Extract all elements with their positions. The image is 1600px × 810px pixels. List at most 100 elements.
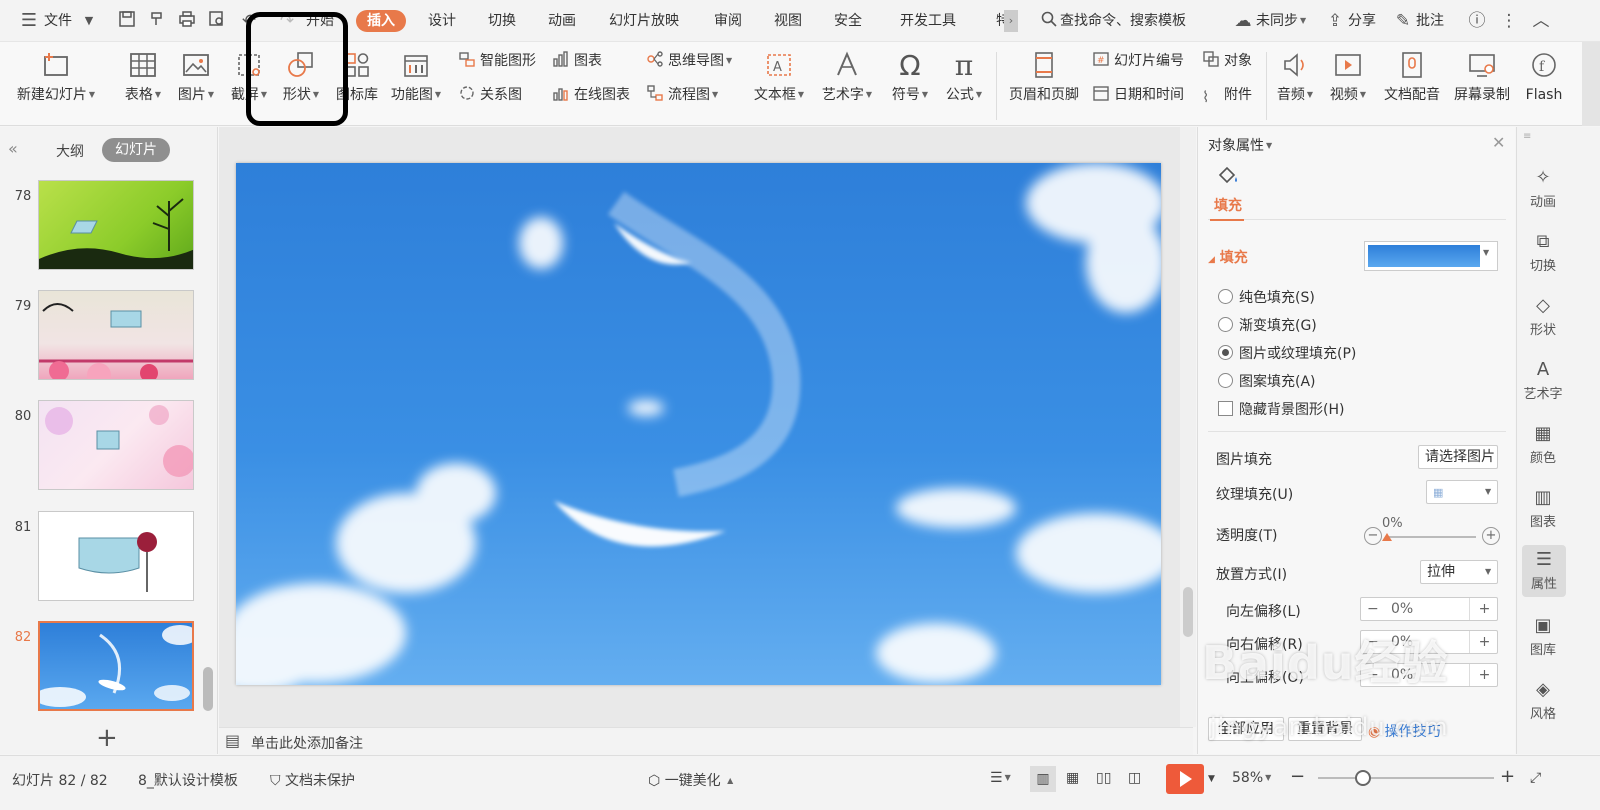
table-button[interactable]: 表格 ▼	[120, 46, 166, 122]
zoom-in-icon[interactable]: +	[1500, 766, 1515, 787]
audio-button[interactable]: 音频 ▼	[1272, 46, 1318, 122]
option-picture-fill[interactable]: 图片或纹理填充(P)	[1218, 343, 1356, 363]
slide-thumbnail-78[interactable]	[38, 180, 194, 270]
close-icon[interactable]: ✕	[1492, 133, 1505, 152]
increase-icon[interactable]: +	[1469, 598, 1499, 620]
properties-title[interactable]: 对象属性 ▼	[1208, 135, 1272, 155]
radio-gradient[interactable]	[1218, 317, 1233, 332]
sidebar-item-shape[interactable]: ◇ 形状	[1517, 295, 1569, 338]
collapse-ribbon-icon[interactable]: ︿	[1530, 10, 1552, 32]
option-pattern-fill[interactable]: 图案填充(A)	[1218, 371, 1316, 391]
sync-status[interactable]: 未同步 ▼	[1256, 10, 1306, 32]
more-icon[interactable]: ⋮	[1498, 10, 1520, 32]
tab-fill[interactable]: 填充	[1214, 195, 1242, 215]
print-preview-icon[interactable]	[206, 10, 228, 32]
decrease-icon[interactable]: −	[1367, 598, 1379, 620]
thumbnail-scrollbar[interactable]	[203, 667, 213, 711]
presenter-view-icon[interactable]: ◫	[1128, 770, 1141, 786]
tab-review[interactable]: 审阅	[714, 10, 742, 32]
flash-button[interactable]: f Flash	[1520, 46, 1568, 122]
slide-thumbnail-81[interactable]	[38, 511, 194, 601]
option-gradient-fill[interactable]: 渐变填充(G)	[1218, 315, 1317, 335]
option-solid-fill[interactable]: 纯色填充(S)	[1218, 287, 1315, 307]
sidebar-item-gallery[interactable]: ▣ 图库	[1517, 615, 1569, 658]
slide-sorter-icon[interactable]: ▦	[1066, 770, 1079, 786]
sidebar-item-color[interactable]: ▦ 颜色	[1517, 423, 1569, 466]
normal-view-icon[interactable]: ▥	[1030, 766, 1056, 792]
canvas-vertical-scrollbar[interactable]	[1180, 127, 1196, 727]
placement-dropdown[interactable]: 拉伸 ▼	[1420, 560, 1498, 584]
formula-button[interactable]: π 公式 ▼	[940, 46, 988, 122]
chevron-down-icon[interactable]: ▼	[1208, 774, 1215, 784]
screen-record-button[interactable]: 屏幕录制	[1450, 46, 1514, 122]
slider-thumb[interactable]	[1382, 533, 1392, 541]
offset-left-stepper[interactable]: − 0% +	[1360, 597, 1498, 621]
online-chart-button[interactable]: 在线图表	[552, 84, 630, 106]
protection-status[interactable]: ⛉ 文档未保护	[270, 770, 355, 790]
format-painter-icon[interactable]	[146, 10, 168, 32]
reading-view-icon[interactable]: ▯▯	[1096, 770, 1111, 786]
hide-background-checkbox[interactable]: 隐藏背景图形(H)	[1218, 399, 1344, 419]
comment-button[interactable]: 批注	[1416, 10, 1444, 32]
radio-pattern[interactable]	[1218, 373, 1233, 388]
fill-bucket-icon[interactable]	[1216, 163, 1240, 187]
wordart-button[interactable]: 艺术字 ▼	[818, 46, 876, 122]
smart-art-button[interactable]: 智能图形	[458, 50, 536, 72]
picture-button[interactable]: 图片 ▼	[173, 46, 219, 122]
chart-button[interactable]: 图表	[552, 50, 602, 72]
textbox-button[interactable]: A 文本框 ▼	[750, 46, 808, 122]
current-slide[interactable]	[236, 163, 1161, 685]
choose-picture-button[interactable]: 请选择图片	[1418, 445, 1498, 469]
tab-view[interactable]: 视图	[774, 10, 802, 32]
object-button[interactable]: 对象	[1202, 50, 1252, 72]
tab-outline[interactable]: 大纲	[56, 141, 84, 161]
tab-animation[interactable]: 动画	[548, 10, 576, 32]
sidebar-item-properties[interactable]: ☰ 属性	[1522, 545, 1566, 597]
zoom-slider-track[interactable]	[1318, 777, 1494, 779]
zoom-level[interactable]: 58% ▼	[1232, 770, 1271, 786]
file-menu[interactable]: 文件	[44, 10, 72, 32]
tab-slideshow[interactable]: 幻灯片放映	[609, 10, 679, 32]
ribbon-scroll-right[interactable]	[1582, 42, 1600, 126]
relation-chart-button[interactable]: 关系图	[458, 84, 522, 106]
share-button[interactable]: 分享	[1348, 10, 1376, 32]
fill-preview-dropdown[interactable]: ▼	[1364, 241, 1498, 271]
tab-design[interactable]: 设计	[428, 10, 456, 32]
tab-developer[interactable]: 开发工具	[900, 10, 956, 32]
tab-slides[interactable]: 幻灯片	[102, 138, 170, 162]
radio-solid[interactable]	[1218, 289, 1233, 304]
fit-window-icon[interactable]: ⤢	[1530, 770, 1541, 786]
new-slide-button[interactable]: 新建幻灯片 ▼	[10, 46, 102, 122]
slide-thumbnail-80[interactable]	[38, 400, 194, 490]
search-input[interactable]: 查找命令、搜索模板	[1060, 10, 1186, 32]
header-footer-button[interactable]: 页眉和页脚	[1004, 46, 1084, 122]
sidebar-item-chart[interactable]: ▥ 图表	[1517, 487, 1569, 530]
canvas-scroll-thumb[interactable]	[1183, 587, 1193, 637]
sidebar-item-wordart[interactable]: A 艺术字	[1517, 359, 1569, 402]
notes-bar[interactable]: ▤ 单击此处添加备注	[219, 727, 1193, 755]
doc-voice-button[interactable]: 文档配音	[1380, 46, 1444, 122]
hamburger-icon[interactable]: ☰	[18, 10, 40, 32]
slide-number-button[interactable]: # 幻灯片编号	[1092, 50, 1184, 72]
sidebar-item-style[interactable]: ◈ 风格	[1517, 679, 1569, 722]
sidebar-item-animation[interactable]: ✧ 动画	[1517, 167, 1569, 210]
offset-left-value[interactable]: 0%	[1391, 598, 1413, 620]
checkbox[interactable]	[1218, 401, 1233, 416]
collapse-panel-icon[interactable]: «	[8, 139, 18, 158]
video-button[interactable]: 视频 ▼	[1325, 46, 1371, 122]
tab-transition[interactable]: 切换	[488, 10, 516, 32]
decrease-icon[interactable]: −	[1364, 527, 1382, 545]
function-chart-button[interactable]: 功能图 ▼	[388, 46, 444, 122]
fill-section-header[interactable]: ◢ 填充	[1208, 247, 1248, 267]
tab-insert[interactable]: 插入	[356, 10, 406, 32]
sidebar-item-transition[interactable]: ⧉ 切换	[1517, 231, 1569, 274]
increase-icon[interactable]: +	[1482, 527, 1500, 545]
chevron-down-icon[interactable]: ▼	[78, 10, 100, 32]
template-name[interactable]: 8_默认设计模板	[138, 770, 238, 790]
notes-toggle-icon[interactable]: ☰ ▼	[990, 770, 1011, 786]
texture-dropdown[interactable]: ▦ ▼	[1426, 480, 1498, 504]
slide-thumbnail-82[interactable]	[38, 621, 194, 711]
print-icon[interactable]	[176, 10, 198, 32]
datetime-button[interactable]: 日期和时间	[1092, 84, 1184, 106]
help-icon[interactable]: ⓘ	[1466, 10, 1488, 32]
